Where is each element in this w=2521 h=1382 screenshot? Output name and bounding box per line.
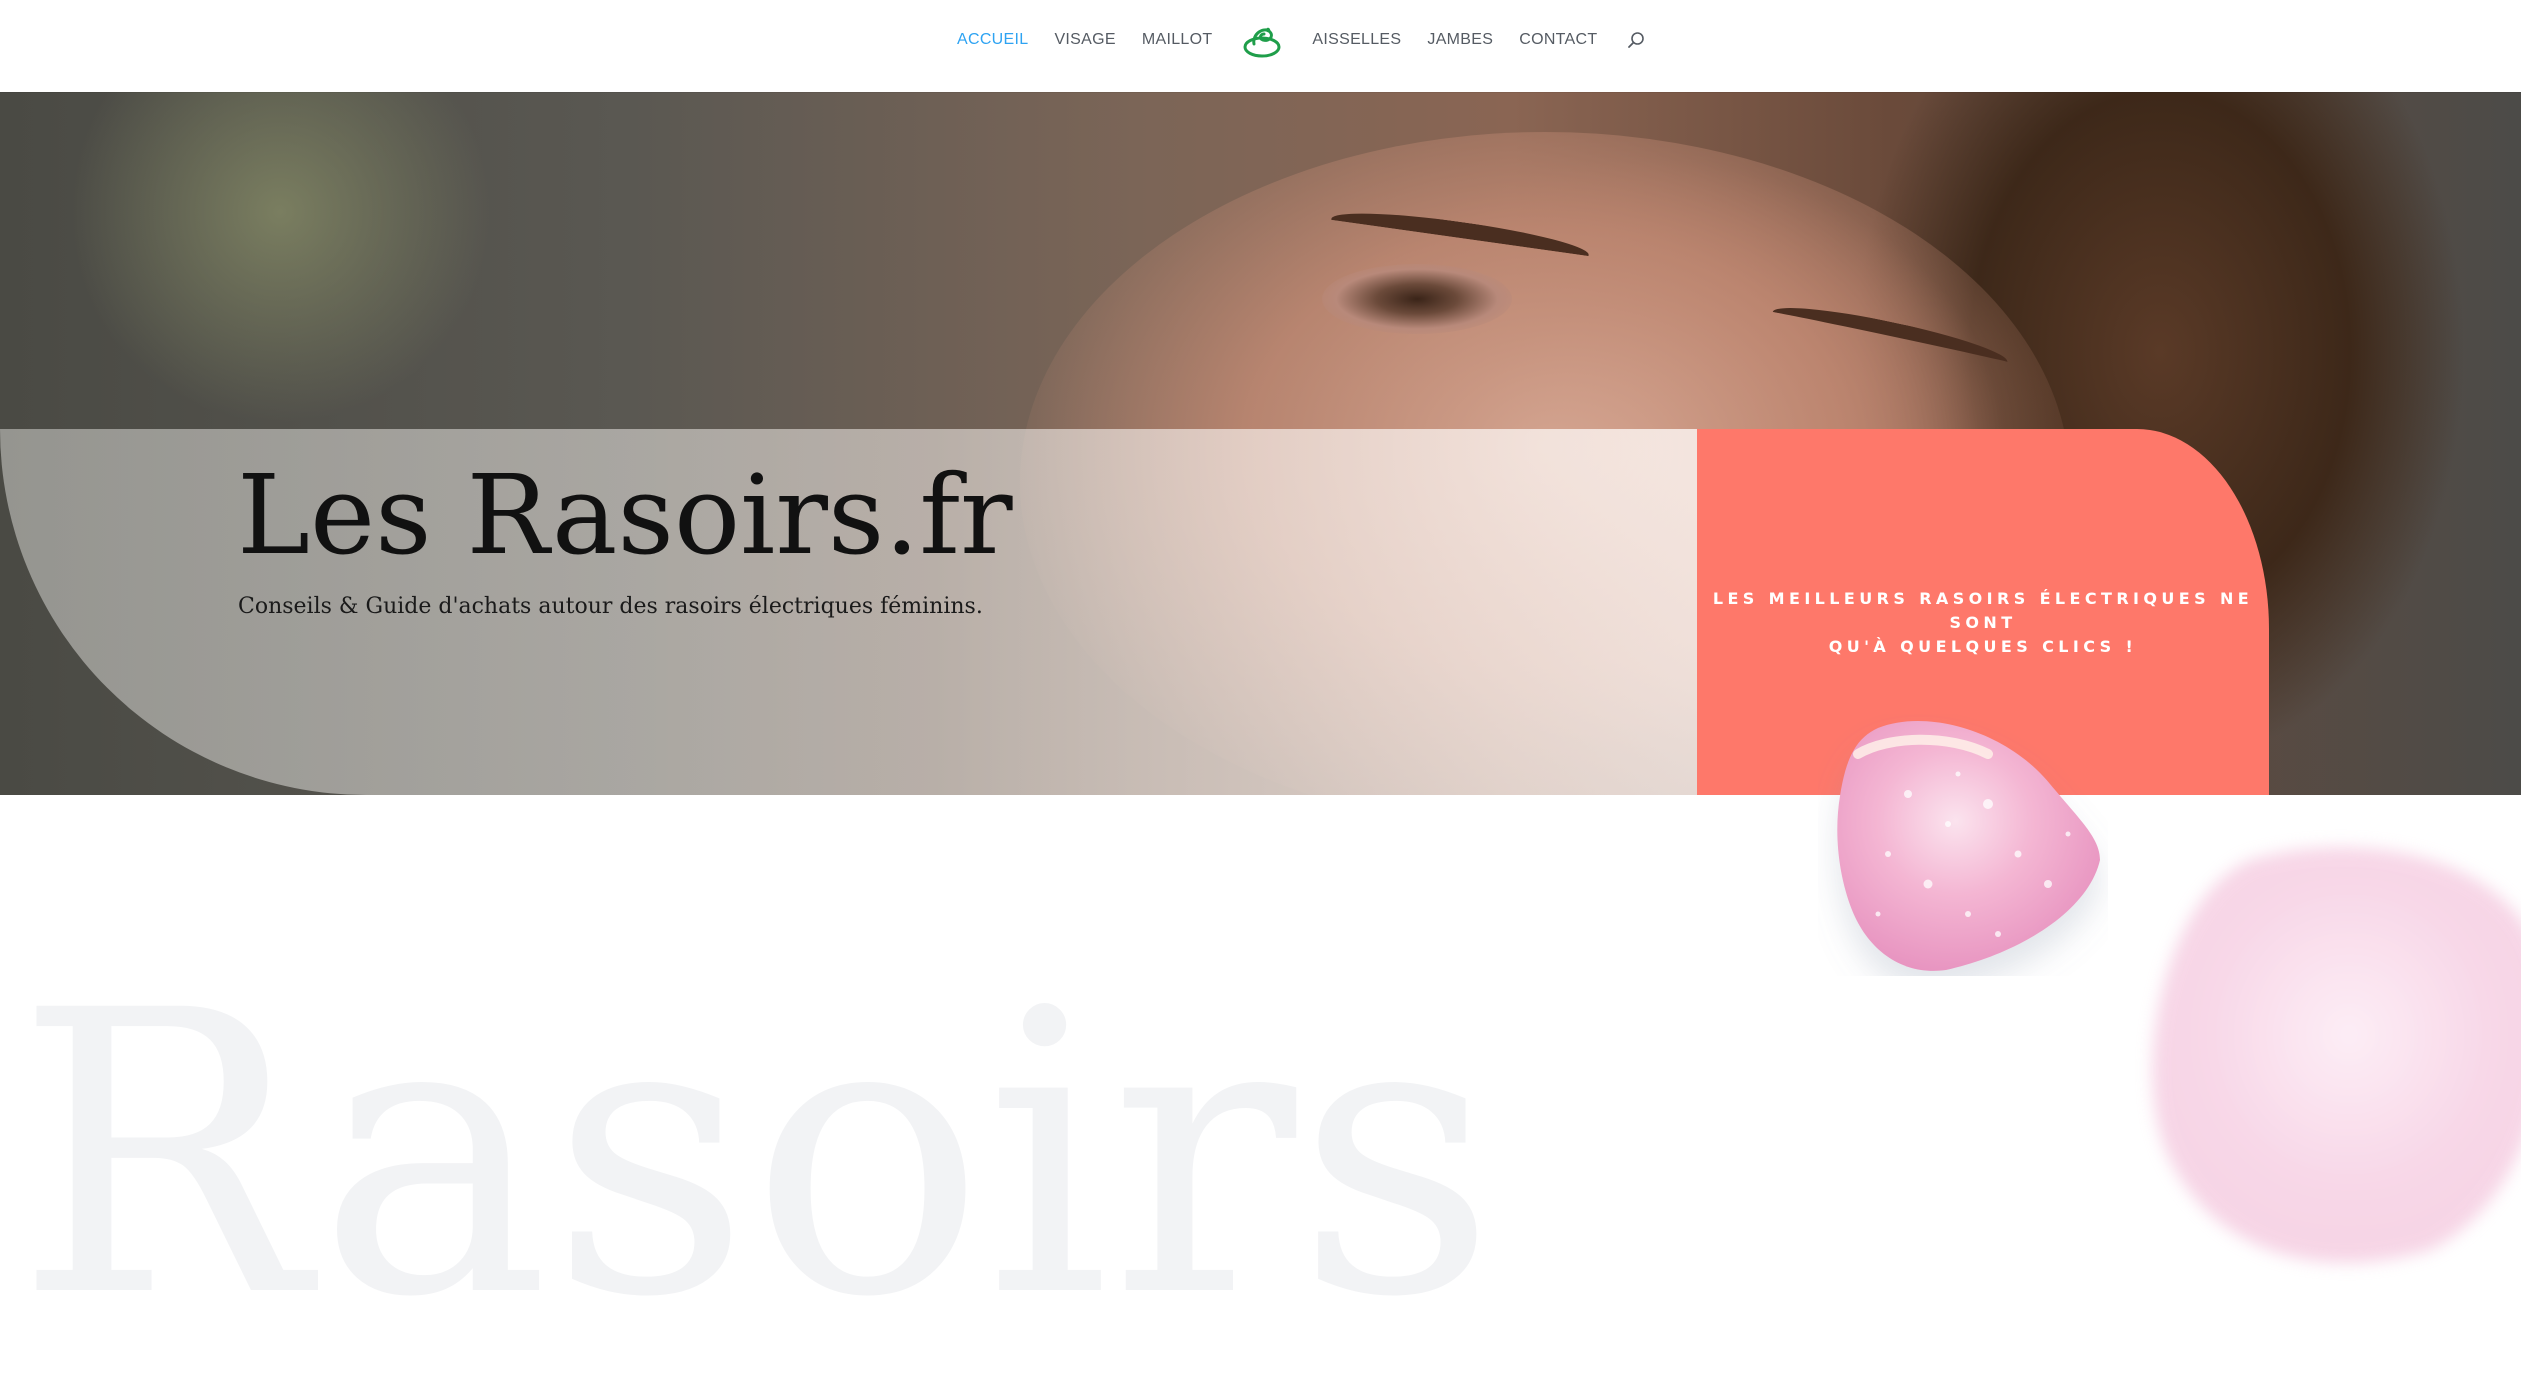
nav-item-accueil[interactable]: ACCUEIL — [957, 31, 1028, 49]
background-watermark-text: Rasoirs — [15, 928, 1497, 1382]
rose-petal-icon — [2152, 847, 2521, 1263]
promo-line-2: QU'À QUELQUES CLICS ! — [1828, 637, 2138, 656]
main-nav: ACCUEIL VISAGE MAILLOT AISSELLES JAMBES … — [957, 0, 1647, 80]
hero-photo-eye — [1322, 264, 1512, 334]
nav-item-visage[interactable]: VISAGE — [1054, 31, 1115, 49]
swirl-logo-icon — [1243, 27, 1281, 58]
site-logo[interactable] — [1242, 20, 1282, 60]
promo-text: LES MEILLEURS RASOIRS ÉLECTRIQUES NE SON… — [1707, 587, 2259, 659]
site-tagline: Conseils & Guide d'achats autour des ras… — [238, 594, 983, 619]
site-header: ACCUEIL VISAGE MAILLOT AISSELLES JAMBES … — [0, 0, 2521, 92]
nav-item-maillot[interactable]: MAILLOT — [1142, 31, 1213, 49]
nav-item-contact[interactable]: CONTACT — [1519, 31, 1597, 49]
search-button[interactable] — [1625, 29, 1647, 51]
nav-item-aisselles[interactable]: AISSELLES — [1312, 31, 1401, 49]
promo-line-1: LES MEILLEURS RASOIRS ÉLECTRIQUES NE SON… — [1712, 589, 2254, 632]
site-title: Les Rasoirs.fr — [237, 451, 1013, 579]
search-icon — [1628, 32, 1645, 48]
rose-petal-icon — [1837, 720, 2100, 971]
nav-item-jambes[interactable]: JAMBES — [1427, 31, 1493, 49]
